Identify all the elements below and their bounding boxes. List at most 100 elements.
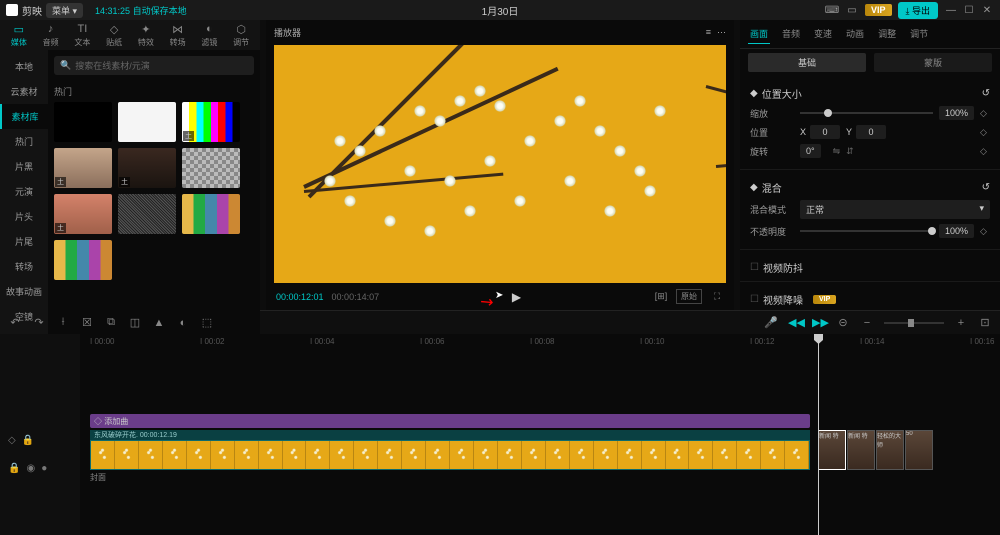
redo-icon[interactable]: ↷	[32, 316, 46, 329]
tab-滤镜[interactable]: ◐滤镜	[195, 20, 225, 50]
fx-clip[interactable]: ◇ 添加曲	[90, 414, 810, 428]
opacity-value[interactable]: 100%	[939, 224, 974, 238]
thumb-woman[interactable]: 土	[54, 194, 112, 234]
end-clip[interactable]: 轻松的大师	[876, 430, 904, 470]
video-clip[interactable]	[90, 440, 810, 470]
pos-x-input[interactable]: 0	[810, 125, 840, 139]
shortcut-icon[interactable]: ⌨	[825, 3, 839, 17]
play-button[interactable]: ▶	[512, 290, 521, 304]
cover-label[interactable]: 封面	[90, 472, 106, 483]
preview-viewport[interactable]	[274, 45, 726, 283]
preview-menu-icon[interactable]: ≡	[706, 27, 711, 38]
thumb-color-bars[interactable]: 土	[182, 102, 240, 142]
preview-expand-icon[interactable]: ⋯	[717, 27, 726, 38]
pos-y-input[interactable]: 0	[856, 125, 886, 139]
category-片黑[interactable]: 片黑	[0, 154, 48, 179]
keyframe-icon[interactable]: ◇	[980, 108, 990, 118]
close-button[interactable]: ✕	[980, 5, 994, 16]
flip-h-icon[interactable]: ⇋	[833, 146, 841, 157]
reset-icon[interactable]: ↺	[982, 182, 990, 193]
category-转场[interactable]: 转场	[0, 254, 48, 279]
timeline-ruler[interactable]: I 00:00I 00:02I 00:04I 00:06I 00:08I 00:…	[80, 334, 1000, 352]
fullscreen-icon[interactable]: ⛶	[710, 291, 724, 302]
vip-badge[interactable]: VIP	[865, 4, 892, 16]
ratio-icon[interactable]: [⊞]	[654, 291, 668, 302]
prop-tab-画面[interactable]: 画面	[748, 24, 770, 44]
undo-icon[interactable]: ↶	[8, 316, 22, 329]
keyframe-icon[interactable]: ◇	[980, 127, 990, 137]
layout-icon[interactable]: ▭	[845, 3, 859, 17]
mic-icon[interactable]: 🎤	[764, 316, 778, 329]
end-clip[interactable]: 新闻 特	[847, 430, 875, 470]
scale-slider[interactable]	[800, 112, 933, 114]
tool1-icon[interactable]: ⧉	[104, 316, 118, 329]
prop-tab-调整[interactable]: 调整	[876, 24, 898, 44]
scale-value[interactable]: 100%	[939, 106, 974, 120]
end-clip[interactable]: 新闻 特	[818, 430, 846, 470]
section-size-title: 位置大小	[762, 86, 802, 101]
keyframe-icon[interactable]: ◇	[980, 146, 990, 156]
crop-icon[interactable]: ⬚	[200, 316, 214, 329]
flip-v-icon[interactable]: ⇵	[846, 146, 854, 157]
minimize-button[interactable]: —	[944, 5, 958, 16]
tab-媒体[interactable]: ▭媒体	[4, 20, 34, 50]
prop-tab-调节[interactable]: 调节	[908, 24, 930, 44]
category-片尾[interactable]: 片尾	[0, 229, 48, 254]
snap-start-icon[interactable]: ◀◀	[788, 316, 802, 329]
thumb-black[interactable]	[54, 102, 112, 142]
prop-tab-音频[interactable]: 音频	[780, 24, 802, 44]
maximize-button[interactable]: ☐	[962, 5, 976, 16]
magnet-icon[interactable]: ⊝	[836, 316, 850, 329]
menu-dropdown[interactable]: 菜单 ▾	[46, 3, 83, 18]
blend-mode-select[interactable]: 正常▾	[800, 200, 990, 219]
checkbox-icon[interactable]: ☐	[750, 294, 759, 305]
rot-input[interactable]: 0°	[800, 144, 821, 158]
delete-icon[interactable]: ☒	[80, 316, 94, 329]
tool3-icon[interactable]: ▲	[152, 317, 166, 329]
thumb-clips[interactable]	[182, 194, 240, 234]
track-header-video[interactable]: 🔒◉●	[0, 450, 80, 486]
tool2-icon[interactable]: ◫	[128, 316, 142, 329]
reset-icon[interactable]: ↺	[982, 88, 990, 99]
export-button[interactable]: ⤓ 导出	[898, 2, 938, 19]
category-素材库[interactable]: 素材库	[0, 104, 48, 129]
prop-tab-动画[interactable]: 动画	[844, 24, 866, 44]
category-云素材[interactable]: 云素材	[0, 79, 48, 104]
thumb-transparent[interactable]	[182, 148, 240, 188]
prop-tab-变速[interactable]: 变速	[812, 24, 834, 44]
tab-调节[interactable]: ⬡调节	[226, 20, 256, 50]
search-input[interactable]: 🔍 搜索在线素材/元演	[54, 56, 254, 75]
playhead[interactable]	[818, 334, 819, 535]
time-total: 00:00:14:07	[332, 292, 380, 302]
opacity-slider[interactable]	[800, 230, 933, 232]
zoom-in-icon[interactable]: +	[954, 317, 968, 329]
thumb-static[interactable]	[118, 194, 176, 234]
tab-贴纸[interactable]: ◇贴纸	[99, 20, 129, 50]
keyframe-icon[interactable]: ◇	[980, 226, 990, 236]
snap-end-icon[interactable]: ▶▶	[812, 316, 826, 329]
thumb-clips2[interactable]	[54, 240, 112, 280]
split-icon[interactable]: ⟊	[56, 316, 70, 329]
thumb-white[interactable]	[118, 102, 176, 142]
subtab-蒙版[interactable]: 蒙版	[874, 53, 992, 72]
zoom-out-icon[interactable]: −	[860, 317, 874, 329]
zoom-slider[interactable]	[884, 322, 944, 324]
tab-文本[interactable]: TI文本	[68, 20, 98, 50]
category-片头[interactable]: 片头	[0, 204, 48, 229]
tool4-icon[interactable]: ◐	[176, 317, 190, 329]
fit-icon[interactable]: ⊡	[978, 316, 992, 329]
tab-特效[interactable]: ✦特效	[131, 20, 161, 50]
category-故事动画[interactable]: 故事动画	[0, 279, 48, 304]
category-热门[interactable]: 热门	[0, 129, 48, 154]
category-元演[interactable]: 元演	[0, 179, 48, 204]
thumb-laugh[interactable]: 土	[118, 148, 176, 188]
category-本地[interactable]: 本地	[0, 54, 48, 79]
end-clip[interactable]: 50	[905, 430, 933, 470]
checkbox-icon[interactable]: ☐	[750, 262, 759, 273]
ratio-label[interactable]: 原始	[676, 289, 702, 304]
thumb-man[interactable]: 土	[54, 148, 112, 188]
subtab-基础[interactable]: 基础	[748, 53, 866, 72]
tab-音频[interactable]: ♪音频	[36, 20, 66, 50]
track-header-fx[interactable]: ◇🔒	[0, 432, 80, 448]
tab-转场[interactable]: ⋈转场	[163, 20, 193, 50]
